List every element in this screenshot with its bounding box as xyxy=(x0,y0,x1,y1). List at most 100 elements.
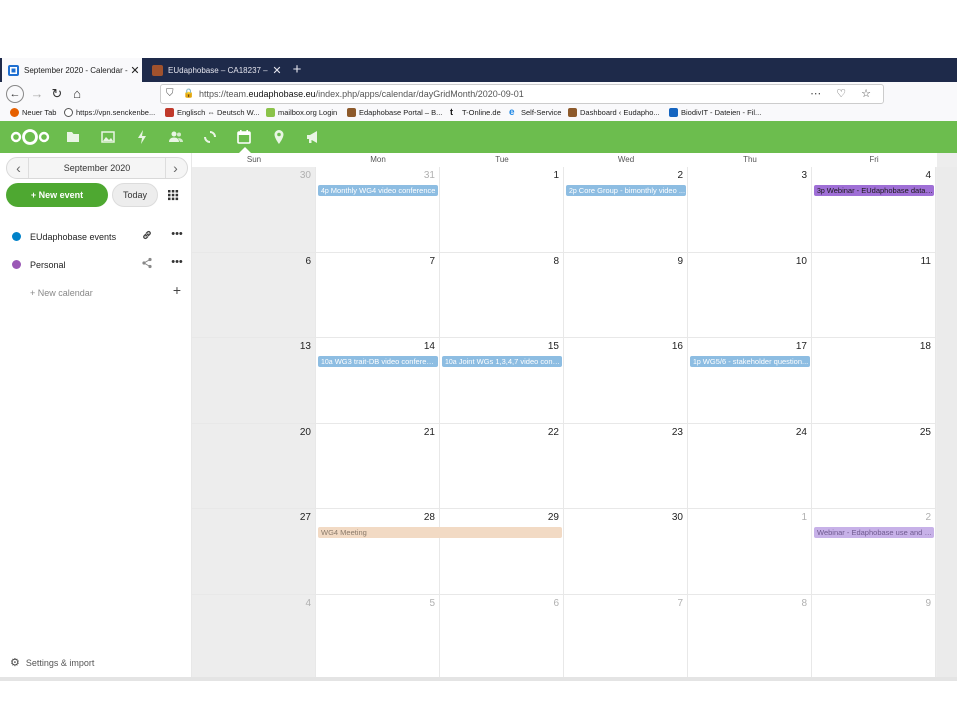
day-cell[interactable]: 9 xyxy=(564,252,688,338)
day-number[interactable]: 13 xyxy=(300,341,311,352)
day-number[interactable]: 27 xyxy=(300,512,311,523)
day-number[interactable]: 16 xyxy=(672,341,683,352)
tab-eudaphobase[interactable]: EUdaphobase – CA18237 – Euro ✕ xyxy=(146,58,284,82)
day-cell[interactable]: 14 xyxy=(316,338,440,424)
announcements-megaphone-icon[interactable] xyxy=(305,129,321,145)
day-number[interactable]: 17 xyxy=(796,341,807,352)
day-cell[interactable]: 23 xyxy=(564,423,688,509)
calendar-event[interactable]: 3p Webinar - EUdaphobase data s... xyxy=(814,185,934,196)
url-bar[interactable]: ⛉ 🔒 https://team.eudaphobase.eu/index.ph… xyxy=(160,84,884,104)
reload-button[interactable]: ↻ xyxy=(48,85,66,103)
calendar-event[interactable]: WG4 Meeting xyxy=(318,527,562,538)
day-cell[interactable]: 28 xyxy=(316,509,440,595)
day-cell[interactable]: 31 xyxy=(316,167,440,253)
home-button[interactable]: ⌂ xyxy=(68,85,86,103)
day-number[interactable]: 28 xyxy=(424,512,435,523)
day-cell[interactable]: 21 xyxy=(316,423,440,509)
day-cell[interactable]: 7 xyxy=(316,252,440,338)
new-tab-button[interactable]: + xyxy=(288,58,306,82)
day-cell[interactable]: 16 xyxy=(564,338,688,424)
day-number[interactable]: 2 xyxy=(677,170,683,181)
day-cell[interactable]: 9 xyxy=(812,594,936,680)
day-number[interactable]: 8 xyxy=(801,598,807,609)
calendar-icon[interactable] xyxy=(236,129,252,145)
bookmark-item[interactable]: Edaphobase Portal – B... xyxy=(347,108,442,117)
day-number[interactable]: 10 xyxy=(796,256,807,267)
day-cell[interactable]: 4 xyxy=(812,167,936,253)
day-cell[interactable]: 25 xyxy=(812,423,936,509)
day-number[interactable]: 23 xyxy=(672,427,683,438)
day-cell[interactable]: 27 xyxy=(192,509,316,595)
day-number[interactable]: 5 xyxy=(429,598,435,609)
shield-icon[interactable]: ⛉ xyxy=(166,88,174,99)
day-cell[interactable]: 10 xyxy=(688,252,812,338)
day-cell[interactable]: 1 xyxy=(440,167,564,253)
calendar-color-dot[interactable] xyxy=(12,260,21,269)
calendar-event[interactable]: 1p WG5/6 - stakeholder question... xyxy=(690,356,810,367)
day-number[interactable]: 4 xyxy=(925,170,931,181)
day-number[interactable]: 18 xyxy=(920,341,931,352)
today-button[interactable]: Today xyxy=(112,183,158,207)
link-icon[interactable] xyxy=(140,229,154,243)
contacts-icon[interactable] xyxy=(168,129,184,145)
calendar-event[interactable]: 10a Joint WGs 1,3,4,7 video confer... xyxy=(442,356,562,367)
new-calendar-link[interactable]: + New calendar xyxy=(30,288,93,298)
day-number[interactable]: 30 xyxy=(672,512,683,523)
files-icon[interactable] xyxy=(65,129,81,145)
day-number[interactable]: 9 xyxy=(677,256,683,267)
calendar-event[interactable]: 4p Monthly WG4 video conference xyxy=(318,185,438,196)
calendar-color-dot[interactable] xyxy=(12,232,21,241)
day-cell[interactable]: 2 xyxy=(564,167,688,253)
day-number[interactable]: 1 xyxy=(553,170,559,181)
day-cell[interactable]: 6 xyxy=(192,252,316,338)
activity-icon[interactable] xyxy=(134,129,150,145)
bookmark-item[interactable]: e Self-Service xyxy=(509,108,561,118)
day-number[interactable]: 11 xyxy=(921,256,931,267)
calendar-event[interactable]: 2p Core Group - bimonthly video ... xyxy=(566,185,686,196)
bookmark-item[interactable]: https://vpn.senckenbe... xyxy=(64,108,155,117)
next-month-button[interactable]: › xyxy=(165,158,185,178)
day-number[interactable]: 22 xyxy=(548,427,559,438)
day-number[interactable]: 14 xyxy=(424,341,435,352)
calendar-item-eudaphobase-events[interactable]: EUdaphobase events ••• xyxy=(0,227,192,247)
day-cell[interactable]: 7 xyxy=(564,594,688,680)
day-cell[interactable]: 4 xyxy=(192,594,316,680)
tab-calendar[interactable]: September 2020 - Calendar - EU ✕ xyxy=(2,58,142,82)
photos-icon[interactable] xyxy=(100,129,116,145)
view-grid-icon[interactable] xyxy=(166,188,180,202)
day-number[interactable]: 15 xyxy=(548,341,559,352)
day-number[interactable]: 1 xyxy=(801,512,807,523)
day-cell[interactable]: 13 xyxy=(192,338,316,424)
day-number[interactable]: 20 xyxy=(300,427,311,438)
day-number[interactable]: 29 xyxy=(548,512,559,523)
day-cell[interactable]: 30 xyxy=(192,167,316,253)
nextcloud-logo-icon[interactable] xyxy=(10,127,50,147)
bookmark-item[interactable]: t T-Online.de xyxy=(450,108,501,118)
day-number[interactable]: 6 xyxy=(553,598,559,609)
bookmark-item[interactable]: Neuer Tab xyxy=(10,108,56,117)
day-number[interactable]: 8 xyxy=(553,256,559,267)
day-cell[interactable]: 6 xyxy=(440,594,564,680)
bookmark-item[interactable]: mailbox.org Login xyxy=(266,108,337,117)
day-number[interactable]: 2 xyxy=(925,512,931,523)
close-tab-icon[interactable]: ✕ xyxy=(128,64,142,77)
day-cell[interactable]: 5 xyxy=(316,594,440,680)
day-cell[interactable]: 29 xyxy=(440,509,564,595)
day-number[interactable]: 4 xyxy=(305,598,311,609)
more-options-icon[interactable]: ••• xyxy=(170,228,184,242)
add-calendar-plus-icon[interactable]: + xyxy=(170,283,184,297)
day-number[interactable]: 6 xyxy=(305,256,311,267)
day-cell[interactable]: 3 xyxy=(688,167,812,253)
day-cell[interactable]: 15 xyxy=(440,338,564,424)
settings-import-button[interactable]: ⚙ Settings & import xyxy=(10,656,94,669)
forward-button[interactable]: → xyxy=(28,85,46,103)
lock-icon[interactable]: 🔒 xyxy=(183,88,194,99)
day-cell[interactable]: 2 xyxy=(812,509,936,595)
bookmark-item[interactable]: Dashboard ‹ Eudapho... xyxy=(568,108,660,117)
day-cell[interactable]: 1 xyxy=(688,509,812,595)
bookmark-item[interactable]: Englisch ⇔ Deutsch W... xyxy=(165,108,260,117)
day-number[interactable]: 25 xyxy=(920,427,931,438)
day-number[interactable]: 3 xyxy=(801,170,807,181)
day-cell[interactable]: 22 xyxy=(440,423,564,509)
sync-icon[interactable] xyxy=(202,129,218,145)
